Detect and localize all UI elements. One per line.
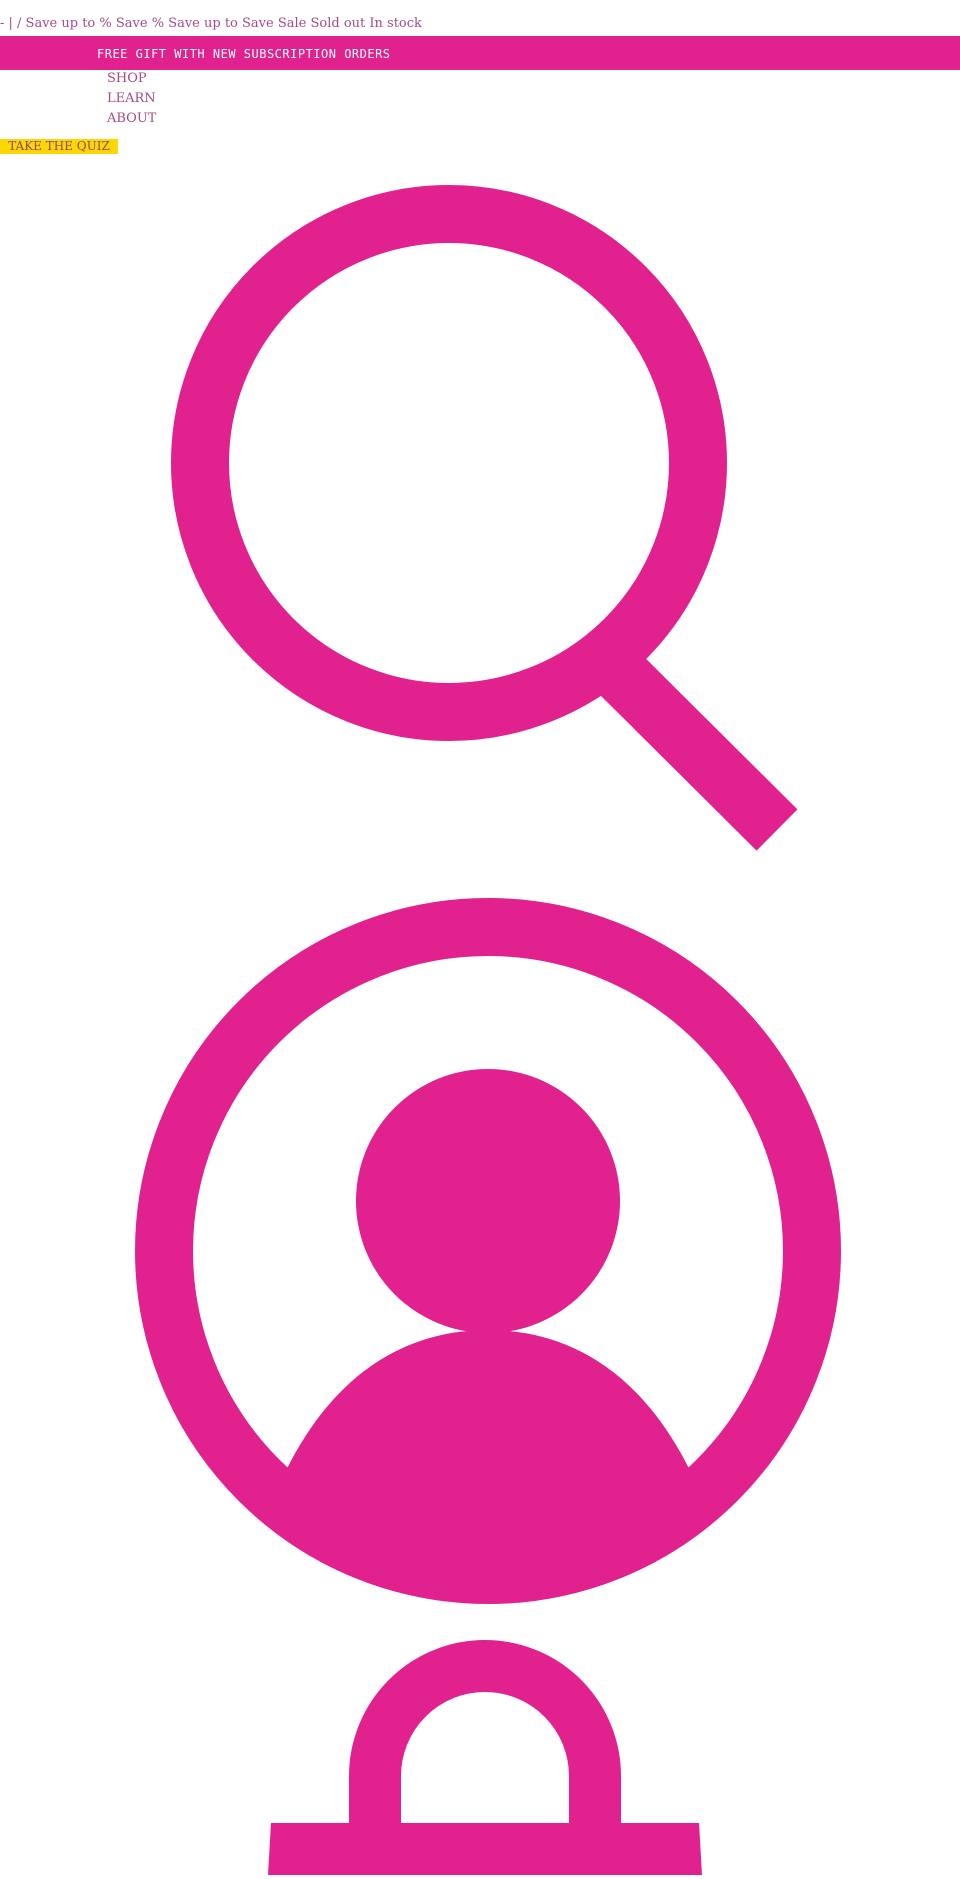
announcement-text: FREE GIFT WITH NEW SUBSCRIPTION ORDERS (97, 47, 391, 61)
account-icon[interactable] (130, 890, 850, 1610)
cart-icon[interactable] (250, 1630, 710, 1875)
announcement-bar: FREE GIFT WITH NEW SUBSCRIPTION ORDERS (0, 36, 960, 70)
nav-link-about[interactable]: ABOUT (107, 109, 156, 129)
nav-item-about: ABOUT (107, 109, 156, 129)
main-nav: SHOP LEARN ABOUT (107, 69, 156, 129)
search-icon[interactable] (150, 180, 810, 860)
nav-item-learn: LEARN (107, 89, 156, 109)
price-strings: - | / Save up to % Save % Save up to Sav… (0, 16, 422, 31)
nav-item-shop: SHOP (107, 69, 156, 89)
nav-link-learn[interactable]: LEARN (107, 89, 156, 109)
take-the-quiz-button[interactable]: TAKE THE QUIZ (0, 139, 118, 154)
nav-link-shop[interactable]: SHOP (107, 69, 156, 89)
